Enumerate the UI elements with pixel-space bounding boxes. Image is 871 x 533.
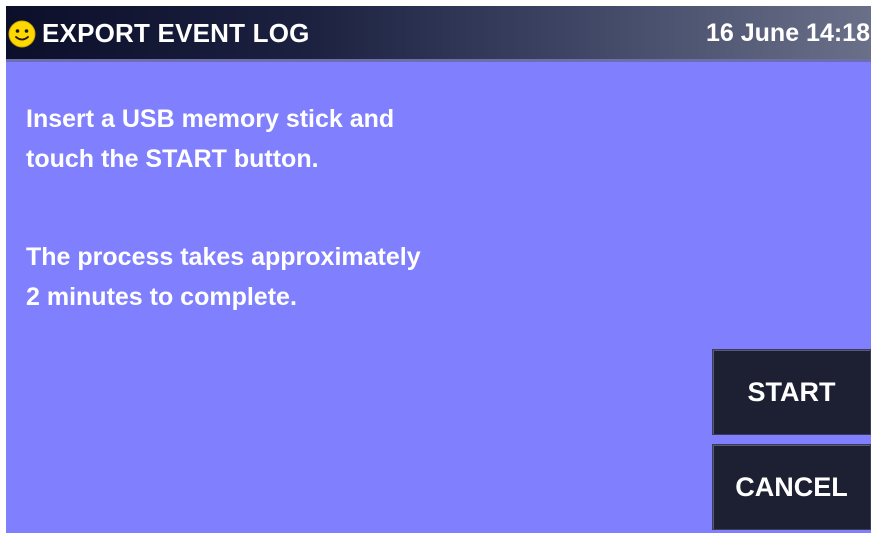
instruction-line-2: touch the START button. (26, 145, 319, 173)
start-button[interactable]: START (712, 349, 871, 435)
cancel-button-label: CANCEL (735, 471, 848, 502)
smiley-face-icon (8, 20, 36, 48)
duration-text: The process takes approximately 2 minute… (26, 237, 421, 317)
instruction-line-1: Insert a USB memory stick and (26, 105, 395, 133)
start-button-label: START (747, 376, 836, 407)
cancel-button[interactable]: CANCEL (712, 444, 871, 530)
instruction-text: Insert a USB memory stick and touch the … (26, 99, 394, 179)
date-time-display: 16 June 14:18 (706, 19, 870, 47)
export-event-log-screen: EXPORT EVENT LOG 16 June 14:18 Insert a … (6, 6, 871, 533)
page-title: EXPORT EVENT LOG (42, 18, 310, 48)
duration-line-1: The process takes approximately (26, 243, 421, 271)
duration-line-2: 2 minutes to complete. (26, 283, 297, 311)
title-bar: EXPORT EVENT LOG 16 June 14:18 (6, 6, 871, 62)
